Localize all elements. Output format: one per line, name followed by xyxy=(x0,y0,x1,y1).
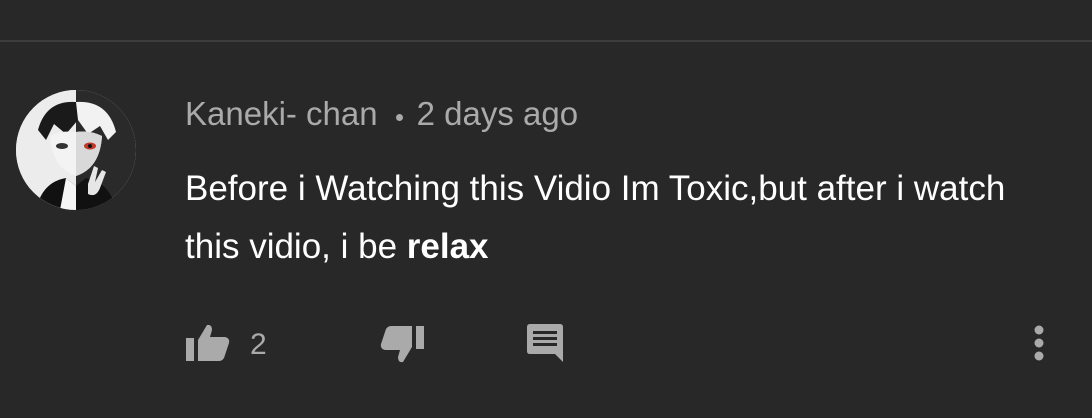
comment-actions: 2 xyxy=(0,320,1092,370)
like-count: 2 xyxy=(250,328,267,361)
comment-icon xyxy=(524,322,566,369)
separator-dot xyxy=(395,113,403,121)
thumb-down-icon xyxy=(378,322,426,369)
like-button[interactable]: 2 xyxy=(184,320,267,370)
avatar[interactable] xyxy=(16,90,136,210)
reply-button[interactable] xyxy=(524,320,566,370)
author-name[interactable]: Kaneki- chan xyxy=(185,95,378,133)
dislike-button[interactable] xyxy=(378,320,426,370)
thumb-up-icon xyxy=(184,323,232,368)
comment-text-body: Before i Watching this Vidio Im Toxic,bu… xyxy=(185,169,1006,266)
comment-timestamp: 2 days ago xyxy=(416,95,579,132)
more-options-button[interactable] xyxy=(1030,320,1048,370)
more-vertical-icon xyxy=(1030,323,1048,368)
avatar-image xyxy=(16,90,136,210)
comment-text: Before i Watching this Vidio Im Toxic,bu… xyxy=(185,160,1065,276)
comment-meta: Kaneki- chan 2 days ago xyxy=(185,94,578,134)
comment-item: Kaneki- chan 2 days ago Before i Watchin… xyxy=(0,42,1092,418)
comment-text-bold: relax xyxy=(406,227,489,266)
